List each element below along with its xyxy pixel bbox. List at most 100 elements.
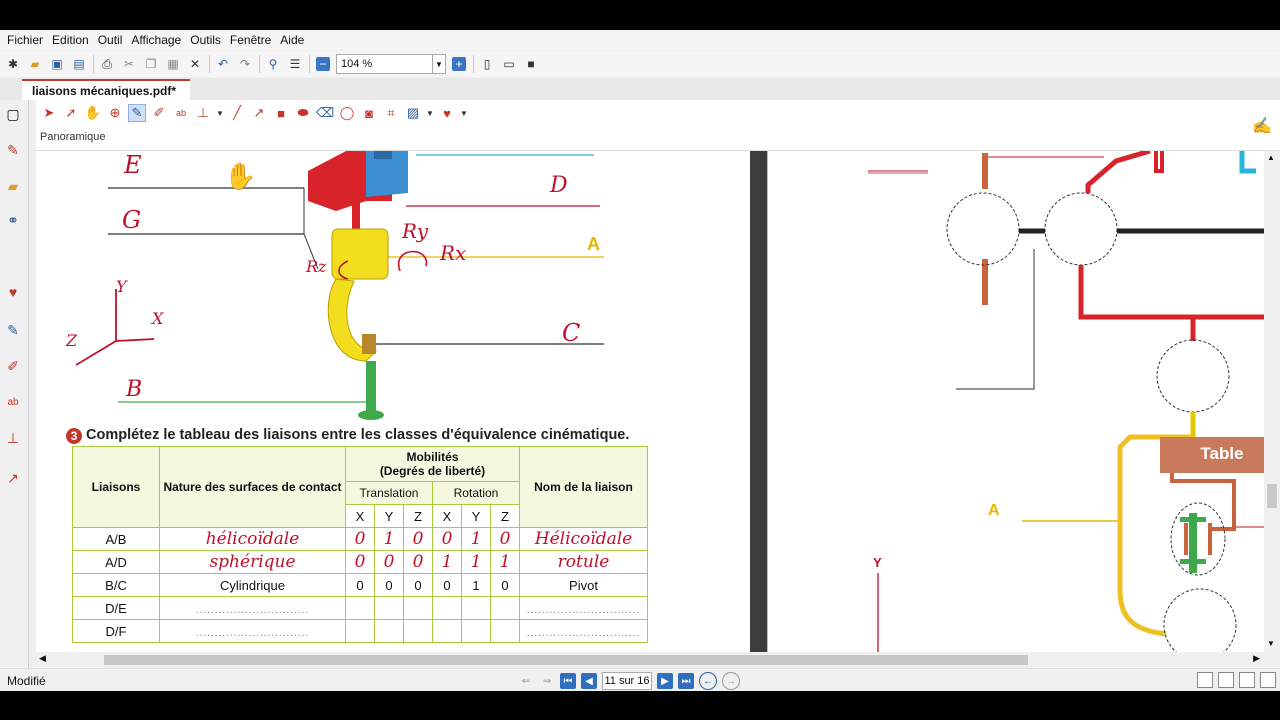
cell-dof-empty[interactable]: [403, 596, 433, 620]
cell-dof-empty[interactable]: [374, 596, 404, 620]
attachment-icon[interactable]: ⚭: [5, 212, 21, 228]
menu-fichier[interactable]: Fichier: [7, 33, 43, 47]
scroll-thumb[interactable]: [1267, 484, 1277, 508]
menu-affichage[interactable]: Affichage: [131, 33, 181, 47]
table-row: D/F .............................. .....…: [72, 619, 648, 643]
continuous-view-icon[interactable]: [1218, 672, 1234, 688]
cell-nature-empty[interactable]: ..............................: [159, 619, 346, 643]
cell-dof-empty[interactable]: [345, 619, 375, 643]
copy-icon[interactable]: ❐: [142, 55, 160, 73]
select-arrow-icon[interactable]: ➤: [40, 104, 58, 122]
heart-icon[interactable]: ♥: [5, 284, 21, 300]
hand-icon[interactable]: ✋: [84, 104, 102, 122]
camera-icon[interactable]: ◙: [360, 104, 378, 122]
cell-dof-empty[interactable]: [490, 619, 520, 643]
cell-dof-empty[interactable]: [461, 596, 491, 620]
cut-icon[interactable]: ✂: [120, 55, 138, 73]
chevron-left-icon[interactable]: ◀: [39, 653, 46, 664]
go-forward-icon[interactable]: →: [722, 672, 740, 690]
facing-continuous-view-icon[interactable]: [1260, 672, 1276, 688]
facing-view-icon[interactable]: [1239, 672, 1255, 688]
cell-nom-empty[interactable]: ..............................: [519, 596, 648, 620]
cell-dof-empty[interactable]: [403, 619, 433, 643]
chevron-down-icon[interactable]: ▼: [426, 104, 434, 122]
back-history-icon[interactable]: ⇐: [518, 673, 534, 689]
paste-icon[interactable]: ▦: [164, 55, 182, 73]
page-thumbnail-icon[interactable]: ▢: [5, 106, 21, 122]
menu-edition[interactable]: Edition: [52, 33, 89, 47]
delete-icon[interactable]: ✕: [186, 55, 204, 73]
arrow-tool-icon[interactable]: ↗: [250, 104, 268, 122]
cell-dof-empty[interactable]: [374, 619, 404, 643]
menu-aide[interactable]: Aide: [280, 33, 304, 47]
print-icon[interactable]: ⎙: [98, 55, 116, 73]
folder-icon[interactable]: ▰: [5, 178, 21, 194]
stamp-tool-icon[interactable]: ⊥: [194, 104, 212, 122]
document-viewer[interactable]: ✋ E G D A C B Ry Rx Rz X Y Z 3 Complétez…: [36, 151, 1266, 652]
single-page-view-icon[interactable]: [1197, 672, 1213, 688]
text-select-icon[interactable]: ➚: [62, 104, 80, 122]
page-number-field[interactable]: 11 sur 16: [602, 672, 652, 690]
stamp-icon[interactable]: ⊥: [5, 430, 21, 446]
properties-icon[interactable]: ☰: [286, 55, 304, 73]
find-icon[interactable]: ⚲: [264, 55, 282, 73]
fit-page-icon[interactable]: ▯: [478, 55, 496, 73]
eraser-icon[interactable]: ⌫: [316, 104, 334, 122]
cell-dof-empty[interactable]: [432, 619, 462, 643]
zoom-out-button[interactable]: −: [314, 55, 332, 73]
lasso-icon[interactable]: ◯: [338, 104, 356, 122]
fit-width-icon[interactable]: ▭: [500, 55, 518, 73]
menu-outils[interactable]: Outils: [190, 33, 221, 47]
cell-nature-empty[interactable]: ..............................: [159, 596, 346, 620]
last-page-button[interactable]: ⏭: [678, 673, 694, 689]
text-box-icon[interactable]: ab: [5, 394, 21, 410]
highlighter-icon[interactable]: ✎: [5, 322, 21, 338]
chevron-up-icon[interactable]: ▲: [1267, 153, 1275, 162]
zoom-tool-icon[interactable]: ⊕: [106, 104, 124, 122]
ellipse-tool-icon[interactable]: ⬬: [294, 104, 312, 122]
rectangle-tool-icon[interactable]: ■: [272, 104, 290, 122]
redo-icon[interactable]: ↷: [236, 55, 254, 73]
line-tool-icon[interactable]: ╱: [228, 104, 246, 122]
pen-icon[interactable]: ✎: [5, 142, 21, 158]
chevron-down-icon[interactable]: ▼: [216, 104, 224, 122]
text-field-icon[interactable]: ab: [172, 104, 190, 122]
go-back-icon[interactable]: ←: [699, 672, 717, 690]
horizontal-scrollbar[interactable]: ◀ ▶: [36, 652, 1264, 667]
cell-dof-empty[interactable]: [461, 619, 491, 643]
fullscreen-icon[interactable]: ■: [522, 55, 540, 73]
chevron-down-icon[interactable]: ▼: [460, 104, 468, 122]
save-as-icon[interactable]: ▤: [70, 55, 88, 73]
cell-nom-empty[interactable]: ..............................: [519, 619, 648, 643]
arrow-icon[interactable]: ↗: [5, 470, 21, 486]
forward-history-icon[interactable]: ⇒: [539, 673, 555, 689]
cell-dof-empty[interactable]: [490, 596, 520, 620]
chevron-down-icon[interactable]: ▼: [1267, 639, 1275, 648]
pencil-tool-icon[interactable]: ✎: [128, 104, 146, 122]
undo-icon[interactable]: ↶: [214, 55, 232, 73]
zoom-select[interactable]: 104 % ▼: [336, 54, 446, 74]
cell-dof-empty[interactable]: [432, 596, 462, 620]
open-folder-icon[interactable]: ▰: [26, 55, 44, 73]
hand-tool-icon[interactable]: ✍: [1252, 116, 1272, 136]
chevron-right-icon[interactable]: ▶: [1253, 653, 1260, 664]
first-page-button[interactable]: ⏮: [560, 673, 576, 689]
scroll-thumb[interactable]: [104, 655, 1028, 665]
cell-dof-empty[interactable]: [345, 596, 375, 620]
previous-page-button[interactable]: ◀: [581, 673, 597, 689]
save-icon[interactable]: ▣: [48, 55, 66, 73]
next-page-button[interactable]: ▶: [657, 673, 673, 689]
new-file-icon[interactable]: ✱: [4, 55, 22, 73]
vertical-scrollbar[interactable]: ▲ ▼: [1264, 151, 1280, 652]
edit-icon[interactable]: ✐: [5, 358, 21, 374]
menu-fenetre[interactable]: Fenêtre: [230, 33, 271, 47]
image-icon[interactable]: ▨: [404, 104, 422, 122]
chevron-down-icon[interactable]: ▼: [432, 55, 445, 73]
header-translation: Translation: [345, 481, 433, 505]
document-tab[interactable]: liaisons mécaniques.pdf*: [22, 79, 190, 100]
menu-outil[interactable]: Outil: [98, 33, 123, 47]
zoom-in-button[interactable]: +: [450, 55, 468, 73]
favorite-heart-icon[interactable]: ♥: [438, 104, 456, 122]
highlight-tool-icon[interactable]: ✐: [150, 104, 168, 122]
crop-icon[interactable]: ⌗: [382, 104, 400, 122]
